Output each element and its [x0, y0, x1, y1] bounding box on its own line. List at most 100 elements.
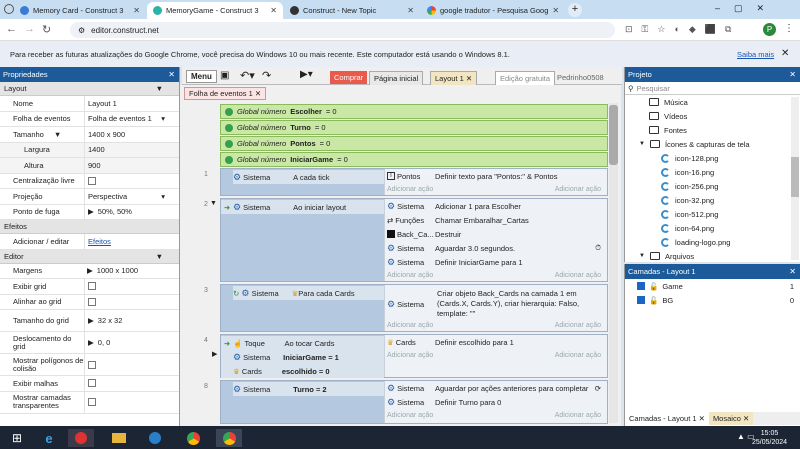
prop-value[interactable]: ▶ 1000 x 1000 [84, 264, 179, 279]
prop-row[interactable]: Margens ▶ 1000 x 1000 [0, 264, 179, 279]
checkbox[interactable] [88, 282, 96, 291]
checkbox[interactable] [88, 176, 96, 185]
tree-item[interactable]: Vídeos [649, 109, 800, 123]
expand-triangle-icon[interactable]: ▶ [87, 266, 93, 275]
conditions[interactable]: ➜ ☝ Toque Ao tocar Cards ⚙ Sistema IniciarG… [221, 335, 384, 378]
condition[interactable]: ↻ ⚙ Sistema ♛ Para cada Cards [233, 286, 384, 300]
action[interactable]: ♛ Cards Definir escolhido para 1 [385, 335, 607, 349]
chrome-menu-icon[interactable]: ⋮ [784, 23, 794, 34]
lock-icon[interactable]: 🔓 [649, 296, 658, 305]
prop-value[interactable]: 1400 x 900 [84, 127, 179, 142]
layer-row[interactable]: 🔓 Game 1 [625, 279, 800, 293]
actions[interactable]: ⚙ Sistema Criar objeto Back_Cards na camad… [384, 285, 607, 331]
play-icon[interactable]: ▶▾ [300, 69, 313, 80]
new-tab-button[interactable]: + [568, 3, 582, 17]
checkbox[interactable] [88, 398, 96, 406]
lock-icon[interactable]: 🔓 [649, 282, 658, 291]
tab-search-button[interactable] [4, 4, 14, 14]
prop-select[interactable]: Perspectiva ▾ [84, 189, 179, 204]
condition[interactable]: ➜ ⚙ Sistema Ao iniciar layout [221, 200, 384, 214]
conditions[interactable]: ⚙ Sistema A cada tick [221, 169, 384, 195]
global-variable[interactable]: Global número Escolher = 0 [220, 104, 608, 119]
app-icon[interactable] [68, 429, 94, 447]
action[interactable]: T Pontos Definir texto para "Pontos:" & Po… [385, 169, 607, 183]
close-icon[interactable]: ✕ [270, 6, 277, 15]
checkbox[interactable] [88, 379, 96, 388]
actions[interactable]: ⚙ Sistema Adicionar 1 para Escolher ⇄ Funçõ… [384, 199, 607, 281]
prop-row[interactable]: Mostrar camadas transparentes [0, 391, 179, 414]
browser-tab[interactable]: Memory Card - Construct 3 ✕ [14, 2, 146, 19]
tab-layers[interactable]: Camadas - Layout 1 ✕ [625, 412, 709, 425]
conditions[interactable]: ↻ ⚙ Sistema ♛ Para cada Cards [221, 285, 384, 331]
actions[interactable]: ♛ Cards Definir escolhido para 1 Adicionar… [384, 335, 607, 377]
tree-item[interactable]: ▼ Arquivos [639, 249, 800, 263]
event-8[interactable]: ⚙ Sistema Turno = 2 ⚙ Sistema Aguardar por … [220, 380, 608, 424]
save-icon[interactable]: ▣ [220, 70, 229, 81]
add-action-link[interactable]: Adicionar ação Adicionar ação [385, 349, 607, 361]
prop-row[interactable]: Folha de eventos Folha de eventos 1 ▾ [0, 111, 179, 127]
prop-value[interactable] [84, 173, 179, 188]
global-variable[interactable]: Global número IniciarGame = 0 [220, 152, 608, 167]
close-icon[interactable]: ✕ [552, 6, 559, 15]
add-action-link[interactable]: Adicionar ação Adicionar ação [385, 319, 607, 331]
scrollbar-thumb[interactable] [791, 157, 799, 197]
actions[interactable]: T Pontos Definir texto para "Pontos:" & Po… [384, 169, 607, 195]
project-search[interactable]: ⚲ Pesquisar [625, 82, 800, 95]
file-explorer-icon[interactable] [106, 429, 132, 447]
tree-item[interactable]: icon-64.png [649, 221, 800, 235]
tab-event-sheet[interactable]: Folha de eventos 1 ✕ [184, 87, 267, 100]
event-1[interactable]: ⚙ Sistema A cada tick T Pontos Definir text… [220, 168, 608, 196]
browser-tab[interactable]: Construct - New Topic ✕ [284, 2, 420, 19]
prop-row[interactable]: Mostrar polígonos de colisão [0, 354, 179, 376]
prop-select[interactable]: Folha de eventos 1 ▾ [84, 111, 179, 126]
prop-row[interactable]: Exibir malhas [0, 376, 179, 392]
search-input[interactable]: Pesquisar [637, 84, 670, 93]
add-action-link[interactable]: Adicionar ação Adicionar ação [385, 269, 607, 281]
close-icon[interactable]: ✕ [743, 414, 749, 423]
close-icon[interactable]: ✕ [466, 74, 472, 83]
reload-icon[interactable]: ↻ [42, 23, 51, 36]
close-icon[interactable]: ✕ [781, 48, 789, 59]
close-icon[interactable]: ✕ [407, 6, 414, 15]
prop-row[interactable]: Exibir grid [0, 279, 179, 295]
checkbox[interactable] [88, 360, 96, 369]
condition[interactable]: ➜ ☝ Toque Ao tocar Cards [221, 336, 384, 350]
prop-value[interactable] [84, 354, 179, 375]
condition[interactable]: ♛ Cards escolhido = 0 [221, 364, 384, 378]
url-field[interactable]: ⚙ editor.construct.net [70, 22, 615, 38]
prop-row[interactable]: Alinhar ao grid [0, 294, 179, 310]
redo-icon[interactable]: ↷ [262, 69, 271, 82]
tab-layout[interactable]: Layout 1 ✕ [430, 71, 478, 86]
action[interactable]: ⚙ Sistema Adicionar 1 para Escolher [385, 199, 607, 213]
expand-triangle-icon[interactable]: ▶ [88, 338, 94, 347]
prop-value[interactable]: 900 [84, 158, 179, 173]
event-3[interactable]: ↻ ⚙ Sistema ♛ Para cada Cards ⚙ Sistema Cria… [220, 284, 608, 332]
action[interactable]: ⚙ Sistema Aguardar 3.0 segundos. ⏱ [385, 241, 607, 255]
tab-tilemap[interactable]: Mosaico ✕ [708, 412, 754, 425]
action[interactable]: ⚙ Sistema Criar objeto Back_Cards na camad… [385, 285, 607, 319]
event-2[interactable]: ➜ ⚙ Sistema Ao iniciar layout ⚙ Sistema Adic… [220, 198, 608, 282]
add-action-link[interactable]: Adicionar ação Adicionar ação [385, 409, 607, 421]
learn-more-link[interactable]: Saiba mais [737, 50, 774, 59]
menu-button[interactable]: Menu [186, 70, 217, 83]
action[interactable]: ⚙ Sistema Definir Turno para 0 [385, 395, 607, 409]
tree-item[interactable]: Fontes [649, 123, 800, 137]
section-effects[interactable]: Efeitos [0, 220, 179, 234]
vertical-scrollbar[interactable] [609, 103, 618, 423]
close-icon[interactable]: ✕ [168, 70, 175, 79]
action[interactable]: Back_Ca... Destruir [385, 227, 607, 241]
action[interactable]: ⚙ Sistema Aguardar por ações anteriores pa… [385, 381, 607, 395]
section-editor[interactable]: Editor ▼ [0, 249, 179, 264]
browser-tab-active[interactable]: MemoryGame - Construct 3 ✕ [147, 2, 283, 19]
condition[interactable]: ⚙ Sistema Turno = 2 [233, 382, 384, 396]
close-icon[interactable]: ✕ [789, 70, 796, 79]
close-icon[interactable]: ✕ [255, 89, 261, 98]
prop-row[interactable]: Adicionar / editar Efeitos [0, 234, 179, 250]
actions[interactable]: ⚙ Sistema Aguardar por ações anteriores pa… [384, 381, 607, 423]
tree-item[interactable]: icon-32.png [649, 193, 800, 207]
collapse-triangle-icon[interactable]: ▼ [54, 130, 61, 139]
tree-item[interactable]: icon-128.png [649, 151, 800, 165]
chrome-active-icon[interactable] [216, 429, 242, 447]
global-variable[interactable]: Global número Turno = 0 [220, 120, 608, 135]
toolbar-icons[interactable]: ⊡⚿☆◐◆⬛⧉ [625, 24, 740, 35]
